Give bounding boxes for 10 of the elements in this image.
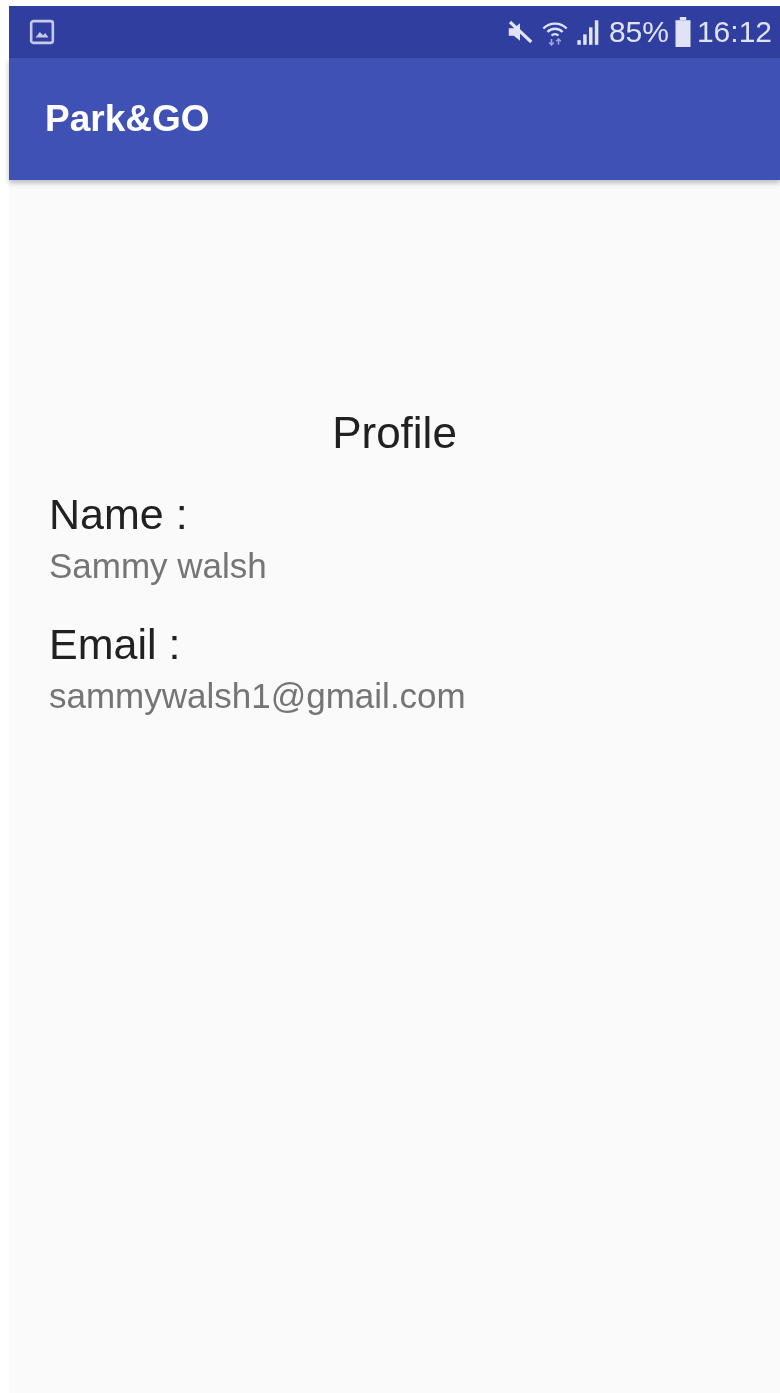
- field-label: Email :: [49, 619, 182, 670]
- battery-percentage: 85%: [608, 15, 669, 49]
- image-icon: [29, 19, 55, 45]
- page-heading: Profile: [331, 408, 458, 458]
- field-label: Name :: [49, 489, 189, 540]
- clock-time: 16:12: [696, 15, 772, 49]
- battery-icon: [674, 17, 691, 47]
- field-value: Sammy walsh: [49, 545, 268, 587]
- app-title: Park&GO: [45, 98, 210, 140]
- field-value: sammywalsh1@gmail.com: [49, 675, 467, 717]
